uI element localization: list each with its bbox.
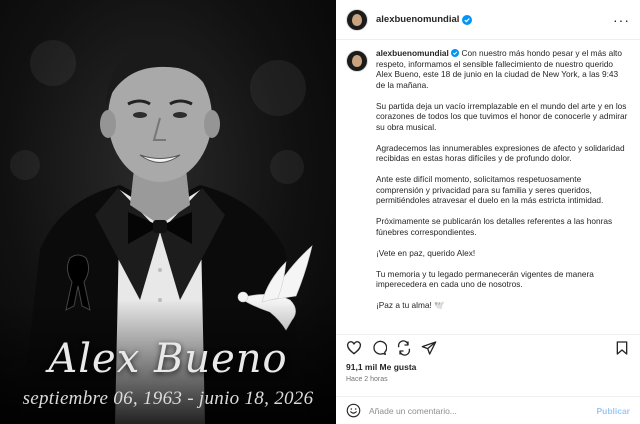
caption-area: alexbuenomundial Con nuestro más hondo p… [336,40,640,328]
send-icon[interactable] [421,340,437,356]
caption-text: alexbuenomundial Con nuestro más hondo p… [376,48,628,321]
post-image[interactable]: Alex Bueno septiembre 06, 1963 - junio 1… [0,0,336,424]
caption-paragraph: Su partida deja un vacío irremplazable e… [376,100,628,132]
caption-paragraph: ¡Vete en paz, querido Alex! [376,247,476,258]
verified-badge-icon [451,49,460,57]
verified-badge-icon [462,14,473,25]
caption-paragraph: alexbuenomundial Con nuestro más hondo p… [376,48,628,90]
caption-paragraph: Agradecemos las innumerables expresiones… [376,142,625,164]
action-bar [336,334,640,358]
post-side-panel: alexbuenomundial ··· alexbuenomundial Co… [336,0,640,424]
header-username[interactable]: alexbuenomundial [376,14,459,25]
caption-username[interactable]: alexbuenomundial [376,48,449,58]
bookmark-icon[interactable] [614,340,630,356]
avatar-face [352,13,362,26]
heart-icon[interactable] [346,340,362,356]
emoji-icon[interactable] [346,403,361,418]
memorial-dates-text: septiembre 06, 1963 - junio 18, 2026 [22,388,314,409]
caption-row: alexbuenomundial Con nuestro más hondo p… [346,48,630,321]
memorial-name-text: Alex Bueno [48,336,288,382]
share-icon[interactable] [396,339,412,356]
avatar[interactable] [346,50,368,72]
avatar[interactable] [346,8,368,31]
comment-icon[interactable] [371,340,387,356]
likes-count[interactable]: 91,1 mil Me gusta [346,362,416,372]
comment-bar: Publicar [336,396,640,424]
caption-paragraph: ¡Paz a tu alma! 🕊️ [376,300,445,310]
post-header: alexbuenomundial ··· [336,0,640,40]
comment-input[interactable] [369,405,569,416]
post-timestamp[interactable]: Hace 2 horas [346,376,388,383]
publish-button[interactable]: Publicar [596,406,630,416]
caption-paragraph: Próximamente se publicarán los detalles … [376,216,613,237]
more-options-button[interactable]: ··· [613,12,630,28]
avatar-face [352,55,362,67]
caption-paragraph: Ante este difícil momento, solicitamos r… [376,174,604,205]
caption-paragraph: Tu memoria y tu legado permanecerán vige… [376,268,594,290]
